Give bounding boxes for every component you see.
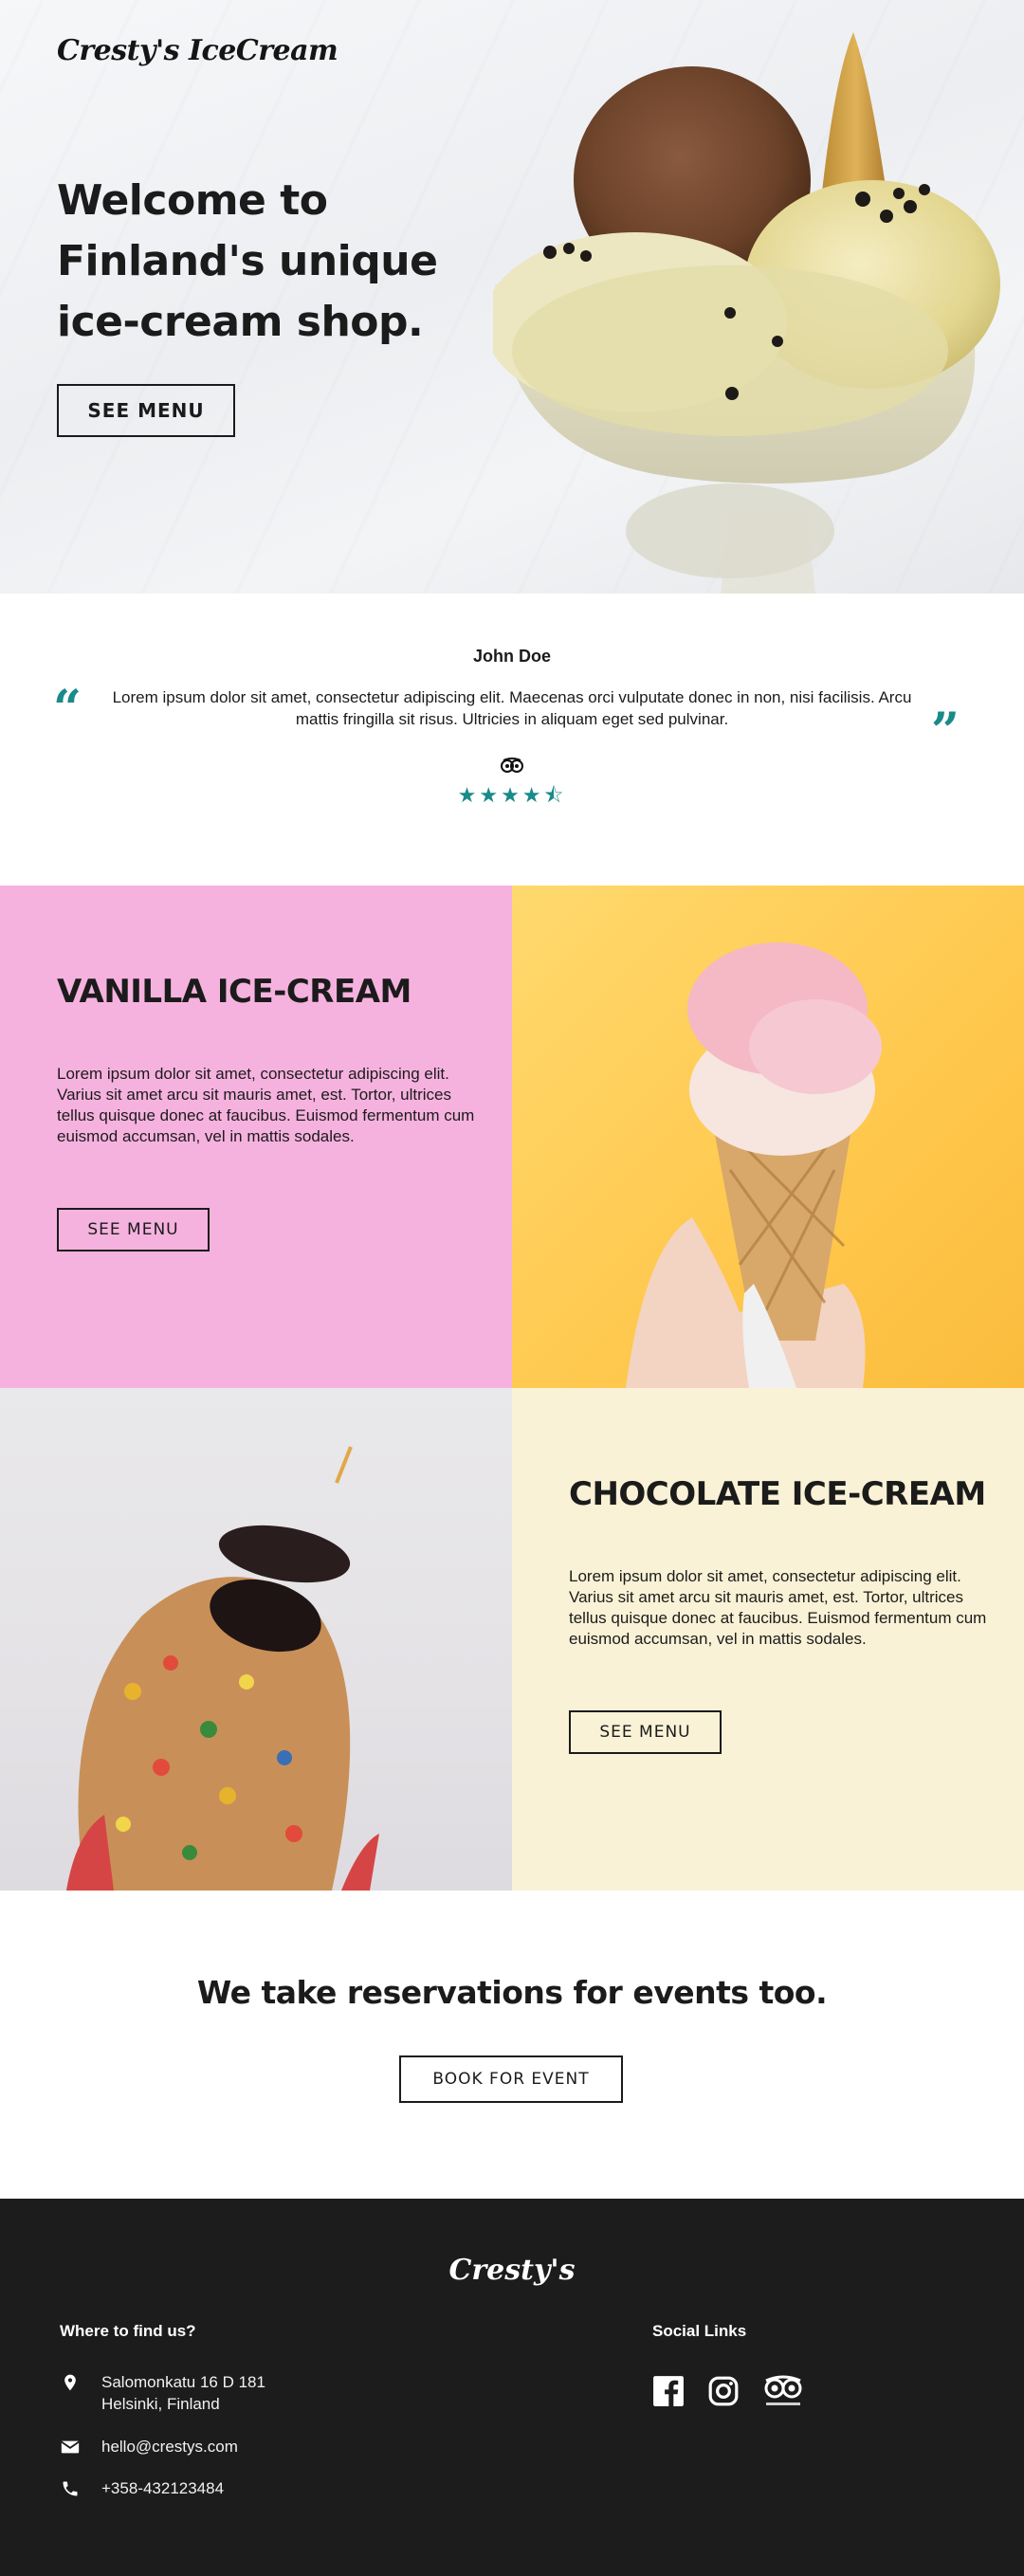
rating-stars: ★★★★⯪ <box>457 783 567 807</box>
chocolate-image <box>0 1388 512 1891</box>
vanilla-image <box>512 886 1024 1388</box>
events-heading: We take reservations for events too. <box>196 1974 828 2011</box>
address-line1: Salomonkatu 16 D 181 <box>101 2373 265 2391</box>
location-pin-icon <box>60 2372 81 2393</box>
phone-text[interactable]: +358-432123484 <box>101 2477 224 2499</box>
vanilla-card: VANILLA ICE-CREAM Lorem ipsum dolor sit … <box>0 886 512 1388</box>
ice-cream-cone-image <box>626 942 882 1388</box>
book-event-button[interactable]: BOOK FOR EVENT <box>399 2055 623 2103</box>
review-section: John Doe “ Lorem ipsum dolor sit amet, c… <box>0 594 1024 886</box>
hero-see-menu-button[interactable]: SEE MENU <box>57 384 235 437</box>
phone-icon <box>60 2478 81 2499</box>
events-section: We take reservations for events too. BOO… <box>0 1891 1024 2199</box>
footer-logo[interactable]: Cresty's <box>0 2254 1024 2287</box>
email-text[interactable]: hello@crestys.com <box>101 2436 238 2457</box>
chocolate-card: CHOCOLATE ICE-CREAM Lorem ipsum dolor si… <box>512 1388 1024 1891</box>
instagram-icon[interactable] <box>707 2375 740 2407</box>
close-quote-icon: ” <box>931 703 960 760</box>
vanilla-see-menu-button[interactable]: SEE MENU <box>57 1208 210 1251</box>
reviewer-name: John Doe <box>472 647 551 666</box>
tripadvisor-icon[interactable] <box>500 755 524 779</box>
ice-cream-sundae-image <box>493 32 1000 594</box>
facebook-icon[interactable] <box>652 2375 685 2407</box>
chocolate-title: CHOCOLATE ICE-CREAM <box>569 1475 986 1513</box>
social-heading: Social Links <box>652 2322 747 2340</box>
hero-headline: Welcome to Finland's unique ice-cream sh… <box>57 176 438 346</box>
chocolate-description: Lorem ipsum dolor sit amet, consectetur … <box>569 1567 987 1648</box>
address-item: Salomonkatu 16 D 181 Helsinki, Finland <box>60 2371 265 2415</box>
address-line2: Helsinki, Finland <box>101 2395 220 2413</box>
phone-item[interactable]: +358-432123484 <box>60 2477 224 2499</box>
review-text: Lorem ipsum dolor sit amet, consectetur … <box>112 688 912 728</box>
sprinkles-ice-cream-image <box>66 1446 379 1891</box>
brand-logo[interactable]: Cresty's IceCream <box>57 34 338 67</box>
products-grid: VANILLA ICE-CREAM Lorem ipsum dolor sit … <box>0 886 1024 1891</box>
email-item[interactable]: hello@crestys.com <box>60 2436 238 2457</box>
social-links <box>652 2374 804 2408</box>
tripadvisor-icon[interactable] <box>762 2374 804 2408</box>
find-us-heading: Where to find us? <box>60 2322 196 2340</box>
hero-section: Cresty's IceCream Welcome to Finland's u… <box>0 0 1024 594</box>
open-quote-icon: “ <box>53 680 82 738</box>
footer: Cresty's Where to find us? Salomonkatu 1… <box>0 2199 1024 2576</box>
chocolate-see-menu-button[interactable]: SEE MENU <box>569 1710 722 1754</box>
vanilla-title: VANILLA ICE-CREAM <box>57 973 411 1011</box>
vanilla-description: Lorem ipsum dolor sit amet, consectetur … <box>57 1065 475 1145</box>
mail-icon <box>60 2437 81 2457</box>
